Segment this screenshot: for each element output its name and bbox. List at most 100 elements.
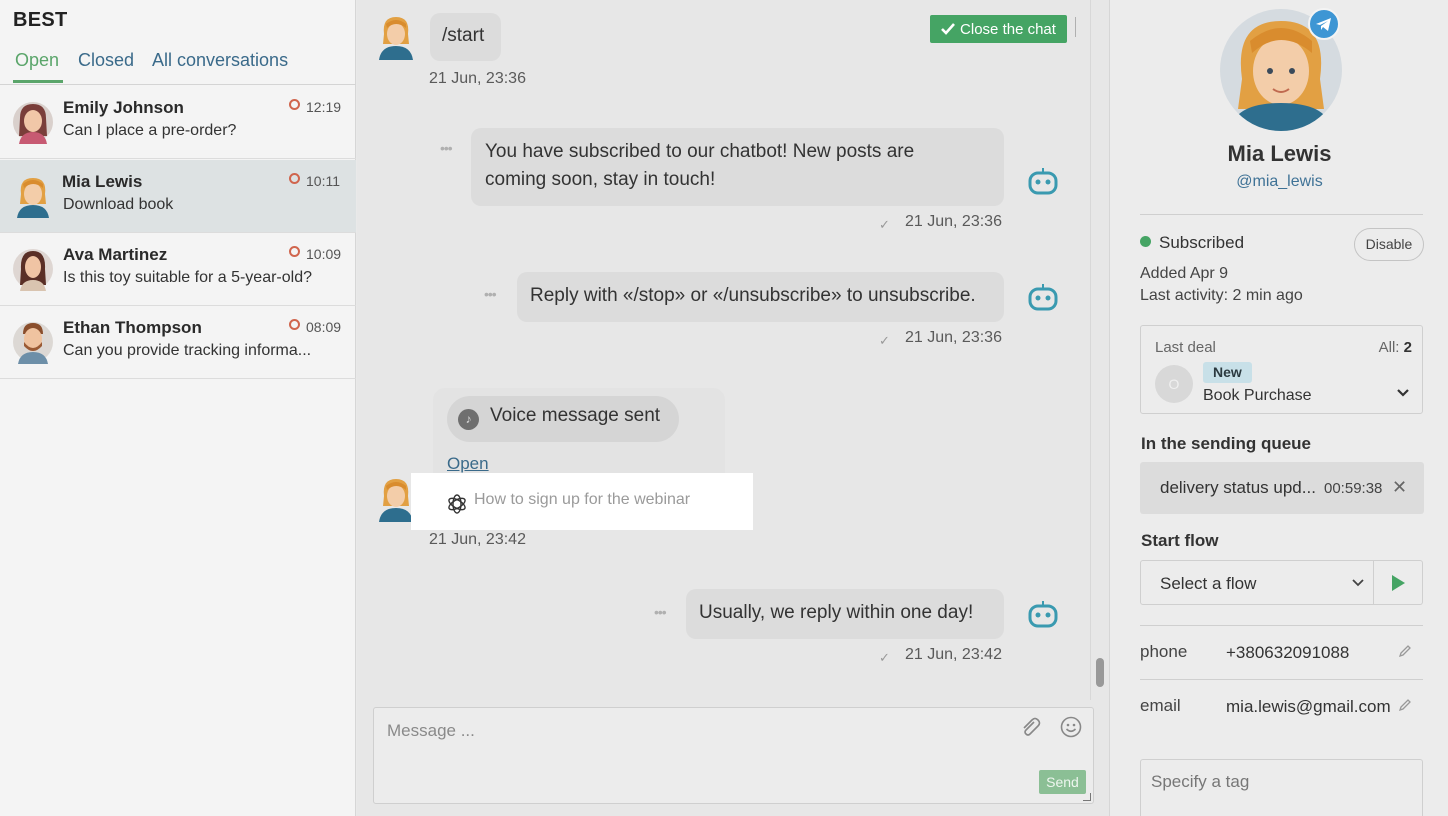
message-time: 21 Jun, 23:36 (429, 70, 526, 87)
email-label: email (1140, 696, 1181, 715)
check-icon (941, 23, 956, 35)
ai-suggestion-text: How to sign up for the webinar (474, 491, 691, 508)
subscribed-status-dot (1140, 236, 1151, 247)
last-message: Download book (63, 196, 174, 213)
sending-queue-title: In the sending queue (1141, 434, 1312, 453)
tag-field (1140, 759, 1423, 816)
last-message: Can I place a pre-order? (63, 122, 237, 139)
play-icon (1392, 575, 1405, 591)
deal-name: Book Purchase (1203, 387, 1312, 404)
chevron-down-icon[interactable] (1396, 386, 1410, 400)
contact-details-panel: Mia Lewis @mia_lewis Subscribed Disable … (1109, 0, 1448, 816)
edit-icon[interactable] (1398, 698, 1412, 712)
message-composer: Send (373, 707, 1094, 804)
music-note-icon: ♪ (458, 409, 479, 430)
status-indicator (289, 246, 300, 257)
message-time: 10:09 (306, 246, 342, 262)
resize-handle[interactable] (1083, 793, 1091, 801)
more-options-icon[interactable]: ••• (440, 140, 453, 156)
divider (1075, 17, 1076, 37)
close-chat-label: Close the chat (960, 20, 1056, 38)
queue-item-time: 00:59:38 (1324, 480, 1383, 497)
bot-message-bubble: Reply with «/stop» or «/unsubscribe» to … (517, 272, 1004, 322)
message-time: 08:09 (306, 319, 342, 335)
contact-name: Mia Lewis (62, 172, 143, 191)
queue-item-text: delivery status upd... (1160, 478, 1316, 497)
message-text-line: coming soon, stay in touch! (485, 169, 716, 190)
more-options-icon[interactable]: ••• (654, 604, 667, 620)
last-deal-card[interactable]: Last deal All: 2 O New Book Purchase (1140, 325, 1423, 414)
emoji-icon[interactable] (1060, 716, 1082, 738)
message-time: 10:11 (306, 173, 340, 189)
conversation-item-ethan-thompson[interactable]: Ethan Thompson Can you provide tracking … (0, 306, 356, 379)
message-time: 12:19 (306, 99, 342, 115)
user-avatar (379, 479, 413, 522)
phone-value[interactable]: +380632091088 (1226, 643, 1349, 663)
message-input[interactable] (387, 718, 987, 744)
delivered-check-icon: ✓ (879, 650, 890, 665)
status-indicator (289, 319, 300, 330)
delivered-check-icon: ✓ (879, 333, 890, 348)
scrollbar-thumb[interactable] (1096, 658, 1104, 687)
queue-item: delivery status upd... 00:59:38 ✕ (1140, 462, 1424, 514)
tab-open[interactable]: Open (15, 50, 59, 71)
workspace-title: BEST (13, 9, 68, 31)
conversation-item-emily-johnson[interactable]: Emily Johnson Can I place a pre-order? 1… (0, 86, 356, 159)
start-flow-title: Start flow (1141, 531, 1219, 550)
deal-owner-avatar: O (1155, 365, 1193, 403)
active-tab-indicator (13, 80, 63, 83)
conversation-item-ava-martinez[interactable]: Ava Martinez Is this toy suitable for a … (0, 233, 356, 306)
voice-message-pill[interactable]: ♪ Voice message sent (447, 396, 679, 442)
start-flow-button[interactable] (1374, 560, 1423, 605)
bot-icon (1028, 168, 1058, 195)
remove-queue-item-icon[interactable]: ✕ (1392, 477, 1407, 498)
message-text: Usually, we reply within one day! (699, 602, 974, 623)
avatar (13, 322, 53, 364)
added-date: Added Apr 9 (1140, 265, 1229, 282)
message-bubble: /start (430, 13, 501, 61)
openai-icon (448, 494, 466, 514)
send-button[interactable]: Send (1039, 770, 1086, 794)
message-time: 21 Jun, 23:42 (429, 531, 526, 548)
conversation-item-mia-lewis[interactable]: Mia Lewis Download book 10:11 (0, 160, 356, 233)
edit-icon[interactable] (1398, 644, 1412, 658)
flow-select-value: Select a flow (1160, 574, 1257, 593)
tab-all-conversations[interactable]: All conversations (152, 50, 288, 71)
telegram-icon (1308, 8, 1340, 40)
ai-suggestion[interactable]: How to sign up for the webinar (411, 473, 753, 530)
deals-count: All: 2 (1378, 339, 1412, 356)
bot-message-bubble: Usually, we reply within one day! (686, 589, 1004, 639)
deal-stage-badge: New (1203, 362, 1252, 383)
divider (1140, 214, 1423, 215)
user-avatar (379, 17, 413, 60)
open-voice-link[interactable]: Open (447, 454, 489, 474)
last-deal-label: Last deal (1155, 339, 1216, 356)
bot-message-bubble: You have subscribed to our chatbot! New … (471, 128, 1004, 206)
contact-name: Ethan Thompson (63, 318, 202, 337)
contact-name: Emily Johnson (63, 98, 184, 117)
chat-scrollbar[interactable] (1090, 0, 1109, 700)
avatar (13, 249, 53, 291)
message-text: /start (442, 25, 485, 46)
conversation-tabs: Open Closed All conversations (0, 46, 356, 85)
message-time: 21 Jun, 23:42 (905, 646, 1002, 663)
bot-icon (1028, 284, 1058, 311)
tag-input[interactable] (1151, 772, 1411, 792)
divider (1140, 625, 1423, 626)
message-time: 21 Jun, 23:36 (905, 329, 1002, 346)
paperclip-icon[interactable] (1019, 716, 1041, 738)
message-time: 21 Jun, 23:36 (905, 213, 1002, 230)
flow-select[interactable]: Select a flow (1140, 560, 1374, 605)
profile-handle[interactable]: @mia_lewis (1110, 173, 1448, 191)
disable-button[interactable]: Disable (1354, 228, 1424, 261)
status-indicator (289, 99, 300, 110)
close-chat-button[interactable]: Close the chat (930, 15, 1067, 43)
avatar (17, 178, 49, 218)
phone-label: phone (1140, 642, 1188, 661)
chat-panel: Close the chat /start 21 Jun, 23:36 ••• … (357, 0, 1109, 816)
subscription-status: Subscribed (1159, 233, 1245, 252)
message-text-line: You have subscribed to our chatbot! New … (485, 141, 915, 162)
more-options-icon[interactable]: ••• (484, 286, 497, 302)
tab-closed[interactable]: Closed (78, 50, 134, 71)
email-value[interactable]: mia.lewis@gmail.com (1226, 697, 1391, 717)
